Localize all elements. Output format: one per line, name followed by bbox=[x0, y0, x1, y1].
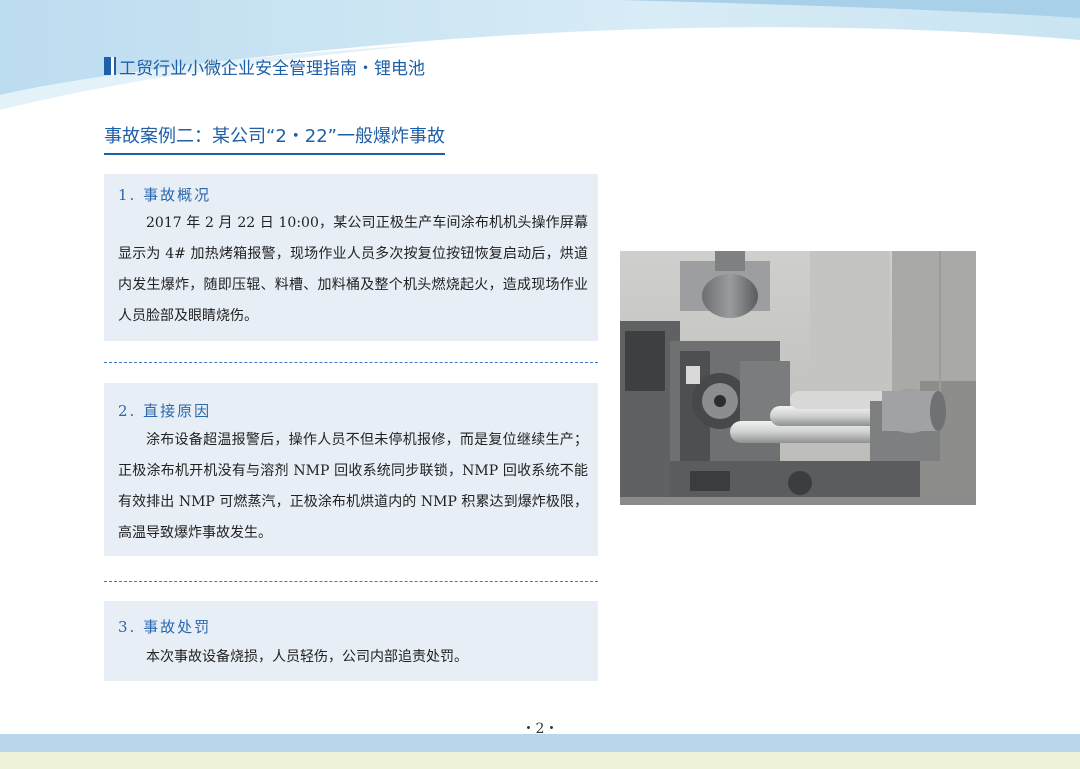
header-marker-icon bbox=[104, 57, 111, 75]
section-title: 2. 直接原因 bbox=[118, 402, 212, 420]
header-title: 工贸行业小微企业安全管理指南・锂电池 bbox=[119, 58, 425, 79]
section-paragraph: 本次事故设备烧损，人员轻伤，公司内部追责处罚。 bbox=[146, 649, 468, 665]
section-direct-cause: 2. 直接原因 涂布设备超温报警后，操作人员不但未停机报修，而是复位继续生产；正… bbox=[104, 383, 598, 556]
page-number: ・2・ bbox=[521, 721, 559, 737]
section-paragraph: 2017 年 2 月 22 日 10:00，某公司正极生产车间涂布机机头操作屏幕… bbox=[118, 215, 588, 324]
section-paragraph: 涂布设备超温报警后，操作人员不但未停机报修，而是复位继续生产；正极涂布机开机没有… bbox=[118, 432, 588, 541]
section-body: 本次事故设备烧损，人员轻伤，公司内部追责处罚。 bbox=[118, 642, 588, 673]
section-body: 2017 年 2 月 22 日 10:00，某公司正极生产车间涂布机机头操作屏幕… bbox=[118, 208, 588, 332]
running-header: 工贸行业小微企业安全管理指南・锂电池 bbox=[104, 54, 425, 79]
section-penalty: 3. 事故处罚 本次事故设备烧损，人员轻伤，公司内部追责处罚。 bbox=[104, 601, 598, 681]
section-body: 涂布设备超温报警后，操作人员不但未停机报修，而是复位继续生产；正极涂布机开机没有… bbox=[118, 425, 588, 549]
section-title: 3. 事故处罚 bbox=[118, 618, 212, 636]
divider bbox=[104, 581, 598, 582]
section-title: 1. 事故概况 bbox=[118, 186, 212, 204]
page-title: 事故案例二：某公司“2・22”一般爆炸事故 bbox=[104, 122, 446, 155]
coating-machine-photo bbox=[620, 251, 976, 505]
section-overview: 1. 事故概况 2017 年 2 月 22 日 10:00，某公司正极生产车间涂… bbox=[104, 174, 598, 341]
divider bbox=[104, 362, 598, 363]
